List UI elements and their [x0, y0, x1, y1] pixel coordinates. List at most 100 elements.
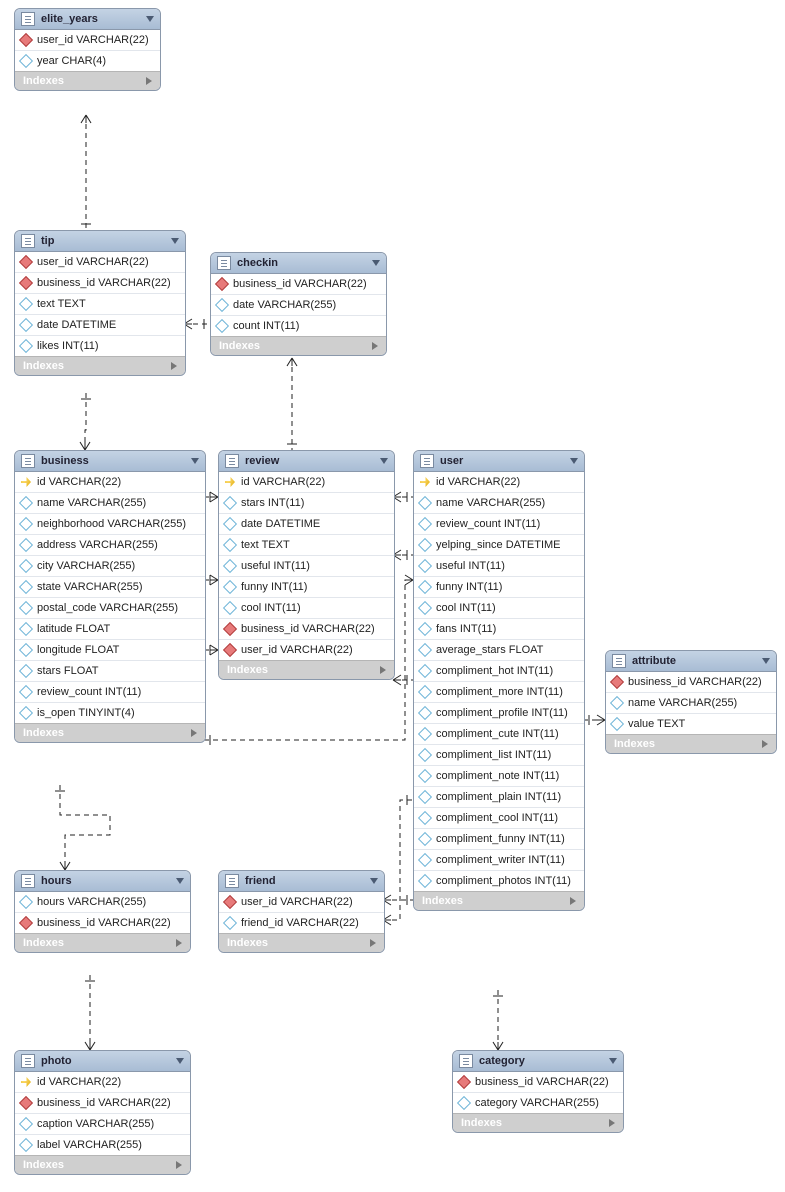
- column-row[interactable]: compliment_cool INT(11): [414, 807, 584, 828]
- column-row[interactable]: hours VARCHAR(255): [15, 892, 190, 912]
- table-checkin[interactable]: checkinbusiness_id VARCHAR(22)date VARCH…: [210, 252, 387, 356]
- indexes-row[interactable]: Indexes: [15, 933, 190, 952]
- collapse-icon[interactable]: [176, 1058, 184, 1064]
- table-friend[interactable]: frienduser_id VARCHAR(22)friend_id VARCH…: [218, 870, 385, 953]
- table-user[interactable]: userid VARCHAR(22)name VARCHAR(255)revie…: [413, 450, 585, 911]
- column-row[interactable]: cool INT(11): [219, 597, 394, 618]
- indexes-row[interactable]: Indexes: [219, 660, 394, 679]
- column-row[interactable]: user_id VARCHAR(22): [219, 639, 394, 660]
- column-row[interactable]: business_id VARCHAR(22): [15, 912, 190, 933]
- column-row[interactable]: name VARCHAR(255): [606, 692, 776, 713]
- column-row[interactable]: business_id VARCHAR(22): [606, 672, 776, 692]
- collapse-icon[interactable]: [146, 16, 154, 22]
- column-row[interactable]: name VARCHAR(255): [15, 492, 205, 513]
- column-row[interactable]: compliment_writer INT(11): [414, 849, 584, 870]
- column-row[interactable]: category VARCHAR(255): [453, 1092, 623, 1113]
- column-row[interactable]: id VARCHAR(22): [219, 472, 394, 492]
- column-row[interactable]: longitude FLOAT: [15, 639, 205, 660]
- column-row[interactable]: review_count INT(11): [15, 681, 205, 702]
- table-header[interactable]: business: [15, 451, 205, 472]
- column-row[interactable]: friend_id VARCHAR(22): [219, 912, 384, 933]
- indexes-row[interactable]: Indexes: [15, 71, 160, 90]
- table-business[interactable]: businessid VARCHAR(22)name VARCHAR(255)n…: [14, 450, 206, 743]
- column-row[interactable]: stars INT(11): [219, 492, 394, 513]
- column-row[interactable]: yelping_since DATETIME: [414, 534, 584, 555]
- column-row[interactable]: date VARCHAR(255): [211, 294, 386, 315]
- collapse-icon[interactable]: [380, 458, 388, 464]
- column-row[interactable]: business_id VARCHAR(22): [211, 274, 386, 294]
- column-row[interactable]: count INT(11): [211, 315, 386, 336]
- column-row[interactable]: compliment_cute INT(11): [414, 723, 584, 744]
- table-hours[interactable]: hourshours VARCHAR(255)business_id VARCH…: [14, 870, 191, 953]
- table-header[interactable]: tip: [15, 231, 185, 252]
- indexes-row[interactable]: Indexes: [15, 723, 205, 742]
- column-row[interactable]: stars FLOAT: [15, 660, 205, 681]
- column-row[interactable]: business_id VARCHAR(22): [453, 1072, 623, 1092]
- column-row[interactable]: year CHAR(4): [15, 50, 160, 71]
- column-row[interactable]: date DATETIME: [15, 314, 185, 335]
- column-row[interactable]: useful INT(11): [414, 555, 584, 576]
- column-row[interactable]: average_stars FLOAT: [414, 639, 584, 660]
- column-row[interactable]: useful INT(11): [219, 555, 394, 576]
- column-row[interactable]: compliment_profile INT(11): [414, 702, 584, 723]
- collapse-icon[interactable]: [762, 658, 770, 664]
- table-header[interactable]: category: [453, 1051, 623, 1072]
- column-row[interactable]: compliment_plain INT(11): [414, 786, 584, 807]
- table-photo[interactable]: photoid VARCHAR(22)business_id VARCHAR(2…: [14, 1050, 191, 1175]
- column-row[interactable]: city VARCHAR(255): [15, 555, 205, 576]
- column-row[interactable]: text TEXT: [219, 534, 394, 555]
- column-row[interactable]: fans INT(11): [414, 618, 584, 639]
- table-header[interactable]: elite_years: [15, 9, 160, 30]
- column-row[interactable]: funny INT(11): [414, 576, 584, 597]
- column-row[interactable]: business_id VARCHAR(22): [219, 618, 394, 639]
- collapse-icon[interactable]: [370, 878, 378, 884]
- column-row[interactable]: latitude FLOAT: [15, 618, 205, 639]
- table-header[interactable]: checkin: [211, 253, 386, 274]
- column-row[interactable]: id VARCHAR(22): [15, 1072, 190, 1092]
- table-header[interactable]: review: [219, 451, 394, 472]
- table-header[interactable]: user: [414, 451, 584, 472]
- collapse-icon[interactable]: [609, 1058, 617, 1064]
- column-row[interactable]: caption VARCHAR(255): [15, 1113, 190, 1134]
- column-row[interactable]: business_id VARCHAR(22): [15, 1092, 190, 1113]
- column-row[interactable]: likes INT(11): [15, 335, 185, 356]
- collapse-icon[interactable]: [171, 238, 179, 244]
- column-row[interactable]: name VARCHAR(255): [414, 492, 584, 513]
- collapse-icon[interactable]: [570, 458, 578, 464]
- indexes-row[interactable]: Indexes: [211, 336, 386, 355]
- column-row[interactable]: compliment_photos INT(11): [414, 870, 584, 891]
- column-row[interactable]: id VARCHAR(22): [15, 472, 205, 492]
- column-row[interactable]: id VARCHAR(22): [414, 472, 584, 492]
- indexes-row[interactable]: Indexes: [414, 891, 584, 910]
- table-attribute[interactable]: attributebusiness_id VARCHAR(22)name VAR…: [605, 650, 777, 754]
- column-row[interactable]: compliment_hot INT(11): [414, 660, 584, 681]
- column-row[interactable]: compliment_funny INT(11): [414, 828, 584, 849]
- collapse-icon[interactable]: [191, 458, 199, 464]
- indexes-row[interactable]: Indexes: [219, 933, 384, 952]
- column-row[interactable]: business_id VARCHAR(22): [15, 272, 185, 293]
- column-row[interactable]: compliment_list INT(11): [414, 744, 584, 765]
- table-header[interactable]: friend: [219, 871, 384, 892]
- table-elite_years[interactable]: elite_yearsuser_id VARCHAR(22)year CHAR(…: [14, 8, 161, 91]
- column-row[interactable]: user_id VARCHAR(22): [15, 30, 160, 50]
- collapse-icon[interactable]: [176, 878, 184, 884]
- indexes-row[interactable]: Indexes: [15, 356, 185, 375]
- column-row[interactable]: state VARCHAR(255): [15, 576, 205, 597]
- table-tip[interactable]: tipuser_id VARCHAR(22)business_id VARCHA…: [14, 230, 186, 376]
- column-row[interactable]: date DATETIME: [219, 513, 394, 534]
- column-row[interactable]: compliment_more INT(11): [414, 681, 584, 702]
- column-row[interactable]: funny INT(11): [219, 576, 394, 597]
- column-row[interactable]: address VARCHAR(255): [15, 534, 205, 555]
- table-review[interactable]: reviewid VARCHAR(22)stars INT(11)date DA…: [218, 450, 395, 680]
- column-row[interactable]: label VARCHAR(255): [15, 1134, 190, 1155]
- table-header[interactable]: attribute: [606, 651, 776, 672]
- column-row[interactable]: neighborhood VARCHAR(255): [15, 513, 205, 534]
- column-row[interactable]: review_count INT(11): [414, 513, 584, 534]
- column-row[interactable]: is_open TINYINT(4): [15, 702, 205, 723]
- column-row[interactable]: user_id VARCHAR(22): [219, 892, 384, 912]
- table-header[interactable]: hours: [15, 871, 190, 892]
- table-header[interactable]: photo: [15, 1051, 190, 1072]
- indexes-row[interactable]: Indexes: [606, 734, 776, 753]
- column-row[interactable]: value TEXT: [606, 713, 776, 734]
- column-row[interactable]: postal_code VARCHAR(255): [15, 597, 205, 618]
